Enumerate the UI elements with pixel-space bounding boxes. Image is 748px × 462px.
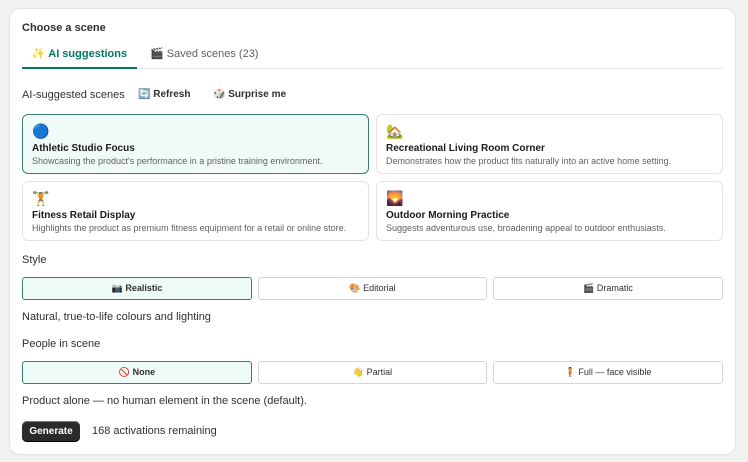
style-description: Natural, true-to-life colours and lighti… xyxy=(22,311,211,323)
scene-card-athletic-studio[interactable]: 🔵 Athletic Studio Focus Showcasing the p… xyxy=(22,114,369,174)
panel-title: Choose a scene xyxy=(22,22,106,34)
sunrise-icon: 🌄 xyxy=(386,190,404,206)
scene-name: Outdoor Morning Practice xyxy=(386,210,510,221)
people-label: People in scene xyxy=(22,338,101,350)
scene-card-fitness-retail[interactable]: 🏋️ Fitness Retail Display Highlights the… xyxy=(22,181,369,241)
tab-saved-scenes[interactable]: 🎬 Saved scenes (23) xyxy=(150,46,258,69)
people-option-full[interactable]: 🧍 Full — face visible xyxy=(493,361,723,384)
style-option-editorial[interactable]: 🎨 Editorial xyxy=(258,277,487,300)
scene-name: Fitness Retail Display xyxy=(32,210,136,221)
scene-picker-card: Choose a scene ✨ AI suggestions 🎬 Saved … xyxy=(10,9,735,454)
style-label: Style xyxy=(22,254,47,266)
people-option-none[interactable]: 🚫 None xyxy=(22,361,252,384)
people-description: Product alone — no human element in the … xyxy=(22,395,307,407)
scene-name: Recreational Living Room Corner xyxy=(386,143,545,154)
people-option-partial[interactable]: 👋 Partial xyxy=(258,361,487,384)
scene-description: Showcasing the product's performance in … xyxy=(32,156,323,166)
generate-button[interactable]: Generate xyxy=(22,421,80,442)
activations-remaining: 168 activations remaining xyxy=(92,425,217,437)
suggested-scenes-label: AI-suggested scenes xyxy=(22,89,125,101)
refresh-button[interactable]: 🔄 Refresh xyxy=(138,89,190,100)
scene-name: Athletic Studio Focus xyxy=(32,143,135,154)
house-icon: 🏡 xyxy=(386,123,404,139)
scene-card-living-room[interactable]: 🏡 Recreational Living Room Corner Demons… xyxy=(376,114,723,174)
scene-description: Highlights the product as premium fitnes… xyxy=(32,223,347,233)
style-option-realistic[interactable]: 📷 Realistic xyxy=(22,277,252,300)
scene-description: Suggests adventurous use, broadening app… xyxy=(386,223,666,233)
scene-description: Demonstrates how the product fits natura… xyxy=(386,156,672,166)
tab-ai-suggestions[interactable]: ✨ AI suggestions xyxy=(22,46,137,69)
weightlifter-icon: 🏋️ xyxy=(32,190,50,206)
surprise-me-button[interactable]: 🎲 Surprise me xyxy=(213,89,286,100)
style-option-dramatic[interactable]: 🎬 Dramatic xyxy=(493,277,723,300)
scene-card-outdoor-morning[interactable]: 🌄 Outdoor Morning Practice Suggests adve… xyxy=(376,181,723,241)
scene-tabs: ✨ AI suggestions 🎬 Saved scenes (23) xyxy=(22,46,723,69)
blue-circle-icon: 🔵 xyxy=(32,123,50,139)
